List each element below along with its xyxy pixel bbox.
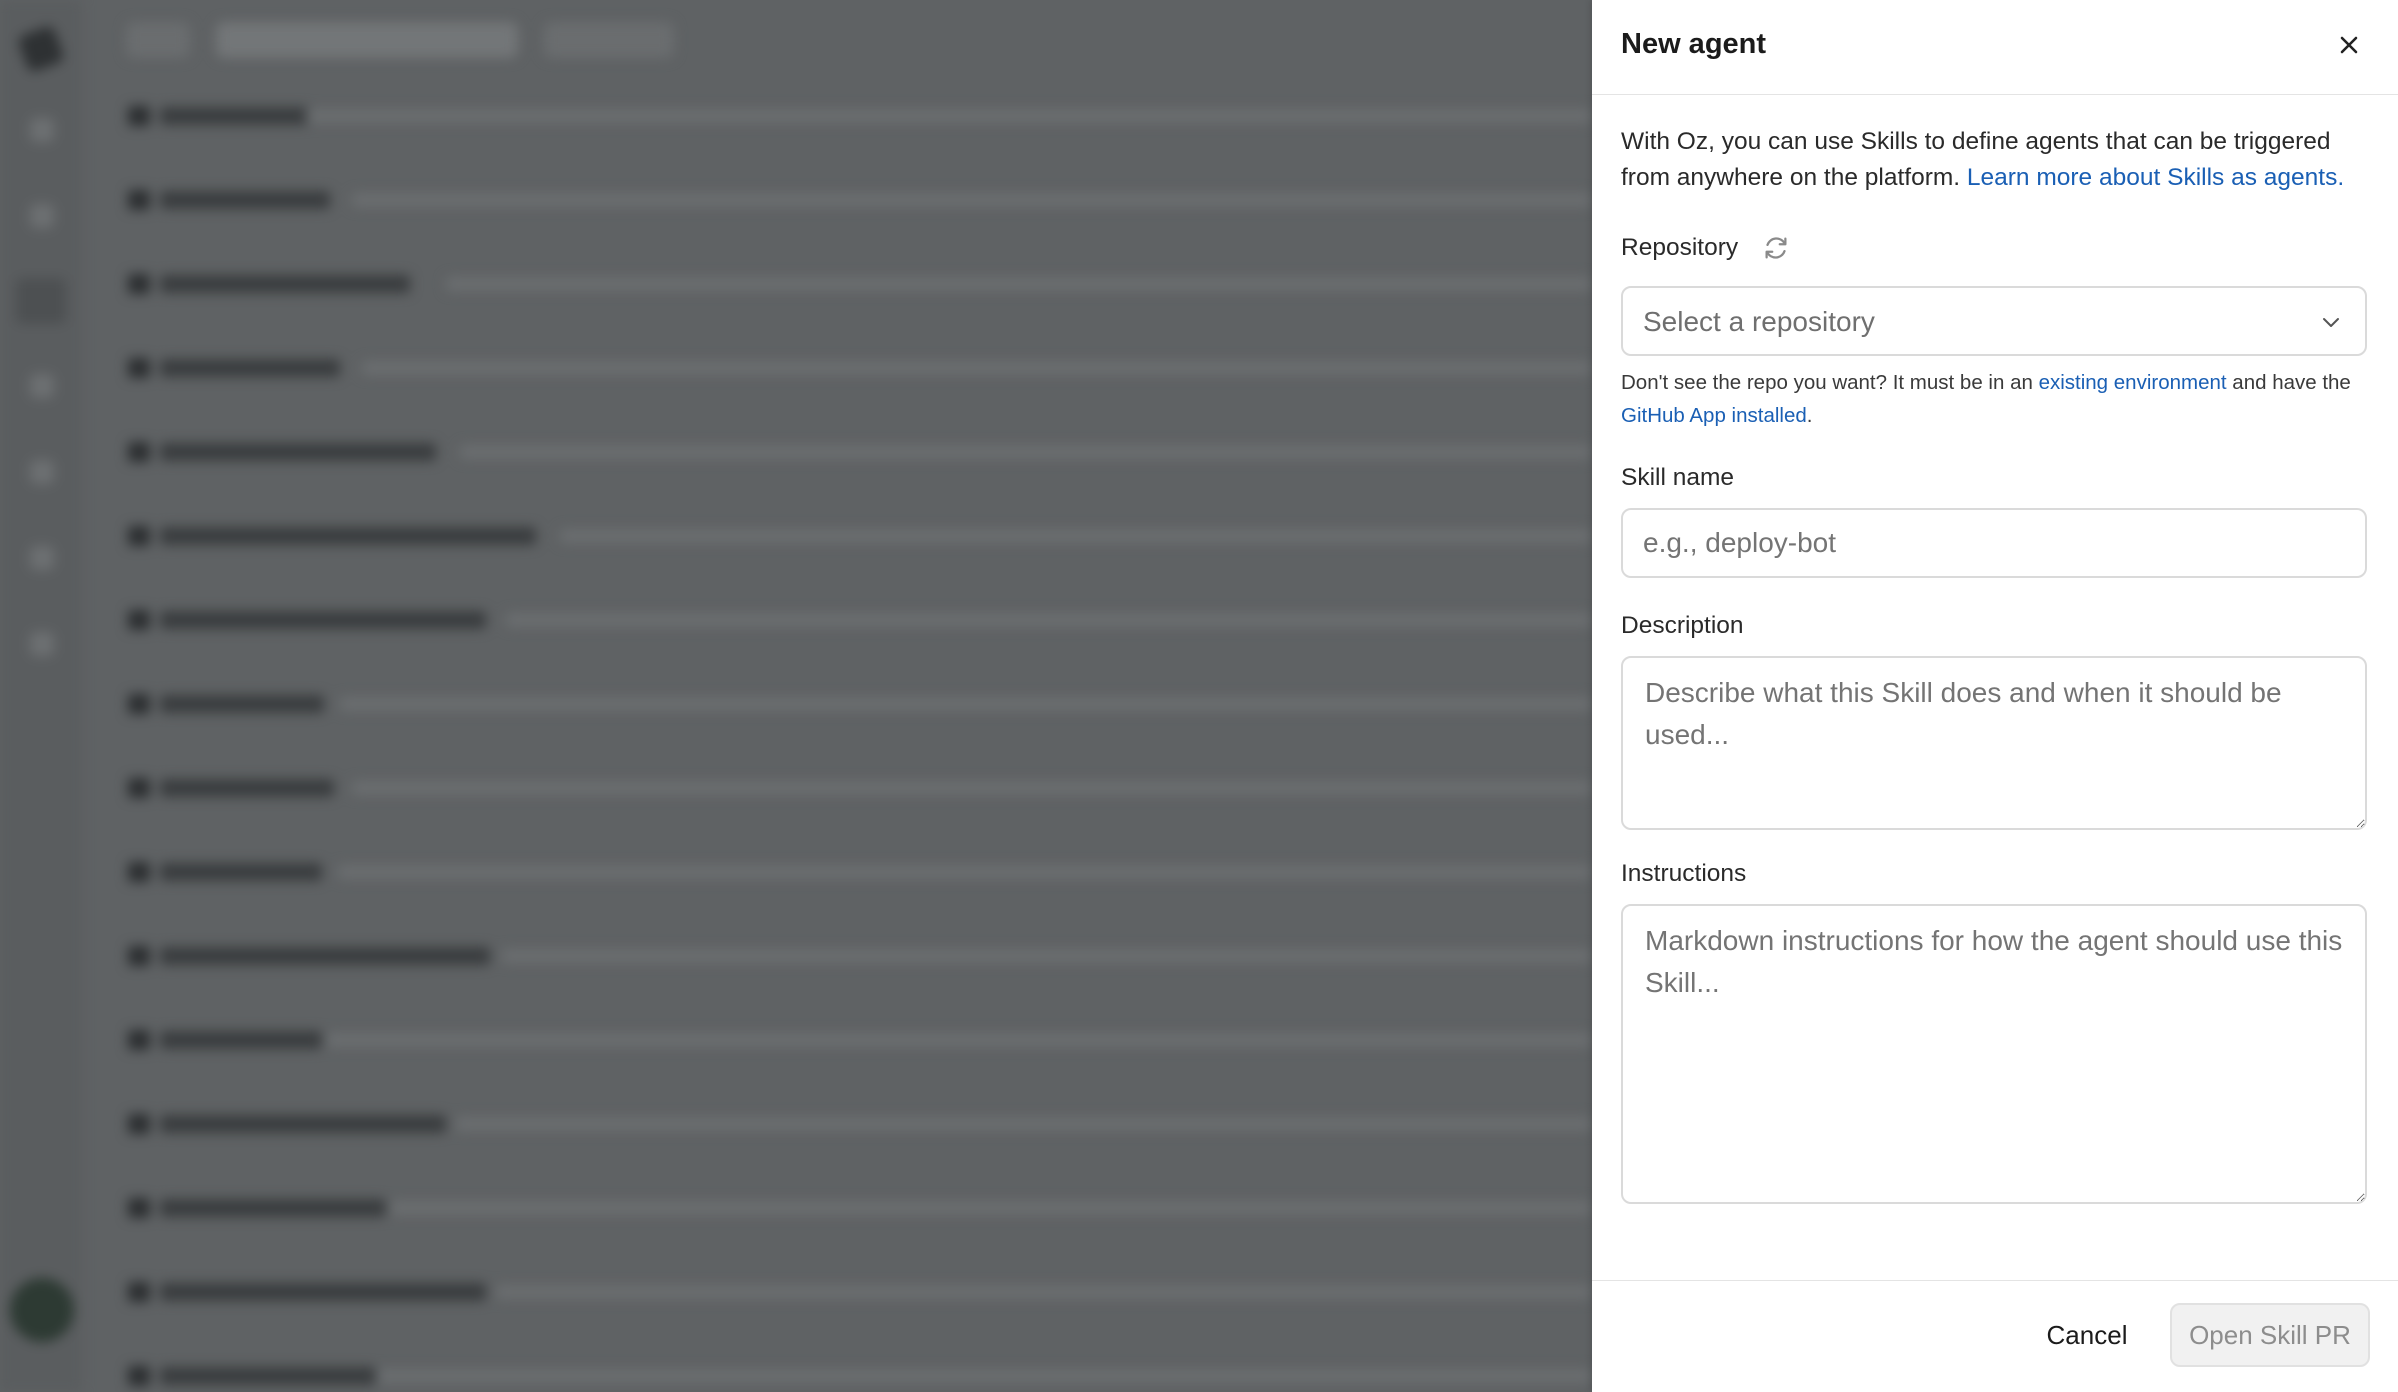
description-label: Description [1621,612,1744,639]
list-item [126,1276,1592,1306]
nav-icon [30,632,54,656]
nav-icon [30,460,54,484]
nav-icon [30,118,54,142]
list-item [126,940,1592,970]
drawer-footer: Cancel Open Skill PR [1592,1280,2398,1392]
hint-suffix: . [1806,404,1813,427]
list-item [126,1024,1592,1054]
instructions-label: Instructions [1621,860,1747,887]
background-tabs [126,22,674,58]
logo-icon [16,24,66,74]
list-item [126,184,1592,214]
background-sidebar [0,0,82,1392]
avatar [10,1278,74,1342]
background-blur-layer [0,0,1592,1392]
background-app [0,0,1592,1392]
new-agent-drawer: New agent With Oz, you can use Skills to… [1592,0,2398,1392]
repository-hint: Don't see the repo you want? It must be … [1621,366,2381,432]
close-icon [2340,36,2358,54]
background-tab [544,22,674,58]
list-item [126,1192,1592,1222]
cancel-button[interactable]: Cancel [2026,1303,2148,1367]
chevron-down-icon [2323,318,2339,327]
list-item [126,100,1592,130]
drawer-title: New agent [1621,28,1767,60]
open-skill-pr-button[interactable]: Open Skill PR [2170,1303,2370,1367]
list-item [126,268,1592,298]
list-item [126,1108,1592,1138]
list-item [126,604,1592,634]
list-item [126,772,1592,802]
nav-icon [30,204,54,228]
nav-icon [30,546,54,570]
close-button[interactable] [2332,28,2366,62]
list-item [126,856,1592,886]
background-tab [126,22,190,58]
github-app-installed-link[interactable]: GitHub App installed [1621,404,1807,427]
list-item [126,352,1592,382]
repository-label: Repository [1621,234,1739,261]
list-item [126,688,1592,718]
nav-icon [30,374,54,398]
instructions-textarea[interactable] [1621,904,2367,1204]
learn-more-link[interactable]: Learn more about Skills as agents. [1967,164,2344,191]
existing-environment-link[interactable]: existing environment [2039,371,2227,394]
repository-select[interactable]: Select a repository [1621,286,2367,356]
list-item [126,520,1592,550]
hint-prefix: Don't see the repo you want? It must be … [1621,371,2039,394]
hint-middle: and have the [2226,371,2351,394]
background-tab [216,22,518,58]
nav-icon [16,278,66,324]
repository-select-placeholder: Select a repository [1643,306,1875,337]
intro-text: With Oz, you can use Skills to define ag… [1621,124,2381,196]
description-textarea[interactable] [1621,656,2367,830]
list-item [126,1360,1592,1390]
skill-name-label: Skill name [1621,464,1735,491]
drawer-header: New agent [1592,0,2398,95]
skill-name-input[interactable] [1621,508,2367,578]
refresh-icon[interactable] [1761,233,1791,263]
list-item [126,436,1592,466]
